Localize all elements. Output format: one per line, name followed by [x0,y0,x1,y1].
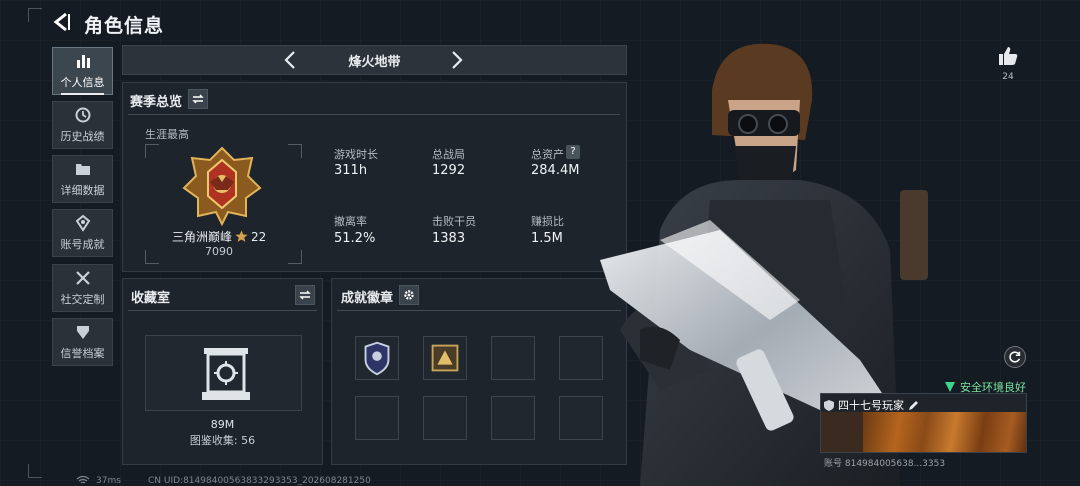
stat-label: 游戏时长 [334,148,378,161]
stat-label: 总战局 [432,148,465,161]
swap-icon [192,94,204,104]
next-mode-button[interactable] [445,49,467,71]
badge-slot-6[interactable] [423,396,467,440]
season-overview-title: 赛季总览 [130,95,183,110]
back-button[interactable] [50,10,74,34]
collection-value: 89M [210,418,235,431]
rank-shield-icon [824,399,834,411]
sidebar-item-achievements[interactable]: 账号成就 [52,209,113,257]
badge-slot-8[interactable] [559,396,603,440]
card-uid: 账号 814984005638...3353 [824,459,946,469]
name-card-art [863,412,1026,452]
tools-icon [75,271,90,285]
chevron-left-icon [284,51,295,69]
badge-slot-4[interactable] [559,336,603,380]
like-button[interactable] [996,44,1020,68]
history-icon [75,107,90,123]
badge-slot-7[interactable] [491,396,535,440]
footer-uid: CN UID:8149840056383329335​3_20260828125… [148,476,371,486]
rank-emblem-icon [182,146,262,226]
refresh-icon [1009,351,1021,363]
player-name-row: 四十七号玩家 [824,397,919,413]
rank-stars: 22 [251,229,267,244]
stat-label: 击败干员 [432,215,476,228]
mode-name: 烽火地带 [348,54,401,70]
display-case-icon [202,348,250,400]
stat-label: 总资产 [531,148,564,161]
sidebar-item-label: 信誉档案 [60,347,105,360]
bar-chart-icon [76,55,90,68]
sidebar-item-personal-info[interactable]: 个人信息 [52,47,113,95]
name-card-art [821,412,863,452]
sidebar-item-label: 账号成就 [60,238,105,251]
badge-slot-3[interactable] [491,336,535,380]
sidebar-item-label: 历史战绩 [60,130,105,143]
thumbs-up-icon [999,47,1018,65]
prev-mode-button[interactable] [280,49,302,71]
stat-label: 撤离率 [334,215,367,228]
sidebar-item-social-custom[interactable]: 社交定制 [52,264,113,312]
collection-switch-button[interactable] [295,285,315,305]
divider [337,310,621,311]
divider [128,310,317,311]
badge-slot-2[interactable] [423,336,467,380]
stat-value: 1.5M [531,231,563,246]
collection-title: 收藏室 [131,291,171,306]
catalog-count: 图鉴收集: 56 [189,434,256,447]
stat-value: 51.2% [334,231,376,246]
mode-switcher: 烽火地带 [122,45,627,75]
corner-bracket [28,8,42,22]
sidebar-item-credit-file[interactable]: 信誉档案 [52,318,113,366]
rank-info: 三角洲巅峰 22 [172,228,266,245]
frame-bracket [288,144,302,158]
like-count: 24 [1002,72,1014,82]
sidebar-item-detailed-data[interactable]: 详细数据 [52,155,113,203]
swap-icon [299,290,311,300]
gear-icon [404,290,414,300]
stat-label: 赚损比 [531,215,564,228]
season-switch-button[interactable] [188,89,208,109]
folder-icon [75,164,90,175]
safe-shield-icon [945,382,955,392]
refresh-button[interactable] [1004,346,1026,368]
badges-settings-button[interactable] [399,285,419,305]
badge-slot-1[interactable] [355,336,399,380]
frame-bracket [145,250,159,264]
page-title: 角色信息 [84,15,165,37]
triangle-badge-icon [431,344,459,372]
stat-value: 311h [334,163,368,178]
rank-points: 7090 [205,245,233,258]
edit-name-icon[interactable] [908,400,919,411]
frame-bracket [288,250,302,264]
achievement-icon [75,214,90,232]
sidebar-item-history[interactable]: 历史战绩 [52,101,113,149]
wifi-icon [76,475,90,484]
total-assets-help-button[interactable]: ? [566,145,580,159]
sidebar-item-label: 个人信息 [60,76,105,89]
credit-icon [76,326,89,339]
stat-value: 1383 [432,231,466,246]
divider [128,114,620,115]
stat-value: 1292 [432,163,466,178]
police-shield-badge-icon [364,341,390,376]
stat-value: 284.4M [531,163,580,178]
badges-title: 成就徽章 [341,291,394,306]
career-high-label: 生涯最高 [145,128,189,141]
frame-bracket [145,144,159,158]
player-name: 四十七号玩家 [838,399,904,412]
badge-slot-5[interactable] [355,396,399,440]
back-arrow-icon [53,12,70,32]
star-icon [235,230,248,242]
sidebar-item-label: 社交定制 [60,293,105,306]
corner-bracket [28,464,42,478]
chevron-right-icon [452,51,463,69]
sidebar-item-label: 详细数据 [60,184,105,197]
rank-name: 三角洲巅峰 [172,230,233,244]
ping-readout: 37ms [96,476,121,486]
